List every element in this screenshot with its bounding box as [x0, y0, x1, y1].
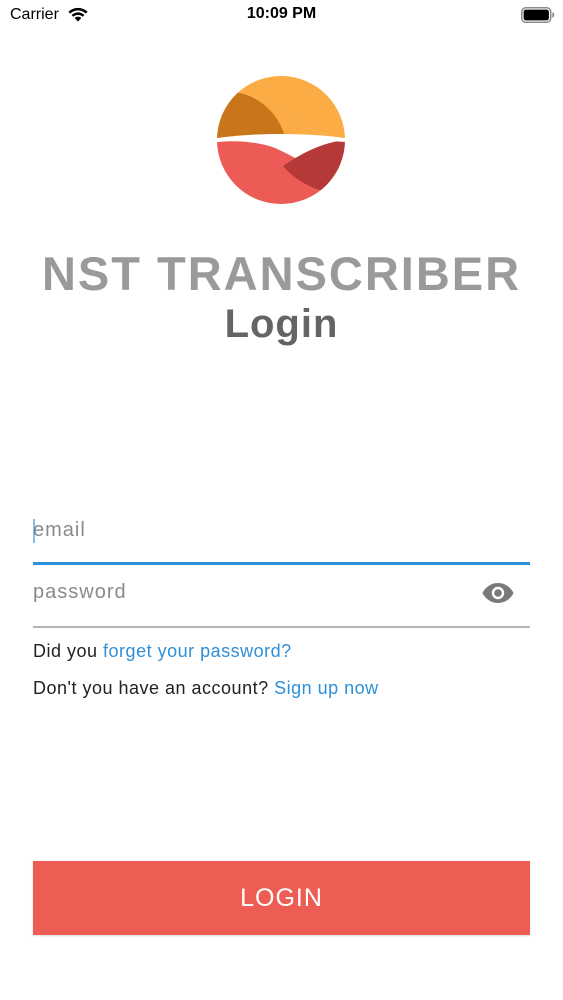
status-time: 10:09 PM	[246, 5, 317, 22]
forgot-password-link[interactable]: forget your password?	[103, 641, 292, 661]
status-bar: Carrier 10:09 PM	[0, 0, 563, 30]
email-field-container	[33, 508, 530, 565]
text-cursor	[33, 519, 35, 543]
signup-line: Don't you have an account? Sign up now	[33, 678, 379, 699]
login-button[interactable]: LOGIN	[33, 861, 530, 935]
page-title: Login	[224, 302, 339, 346]
app-logo	[217, 76, 345, 204]
forgot-password-line: Did you forget your password?	[33, 641, 292, 662]
forgot-password-prefix: Did you	[33, 641, 104, 661]
password-field[interactable]	[33, 572, 453, 612]
app-title: NST TRANSCRIBER	[41, 247, 522, 300]
email-field[interactable]	[33, 510, 530, 550]
password-field-container	[33, 572, 530, 628]
battery-icon	[521, 7, 555, 23]
signup-prefix: Don't you have an account?	[33, 678, 275, 698]
eye-icon[interactable]	[482, 582, 514, 604]
signup-link[interactable]: Sign up now	[274, 678, 379, 698]
